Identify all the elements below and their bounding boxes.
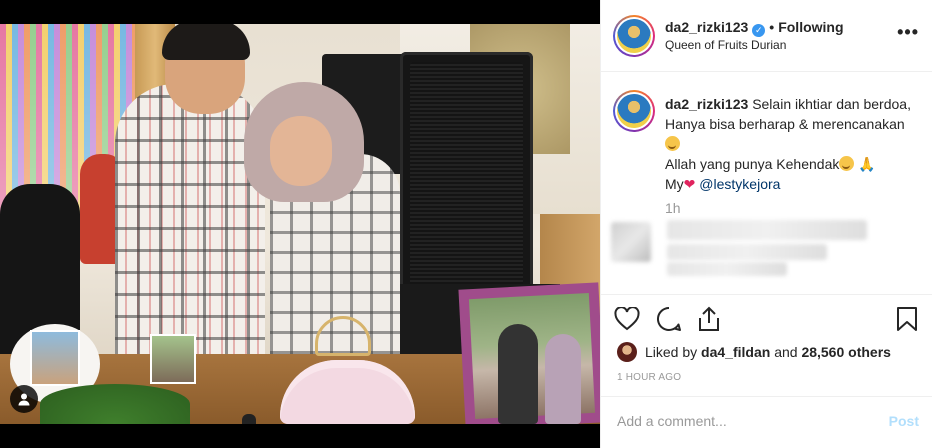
- author-avatar[interactable]: [613, 15, 655, 57]
- user-icon: [18, 393, 30, 406]
- post-header: da2_rizki123 ✓ • Following Queen of Fruits …: [601, 0, 932, 72]
- bookmark-icon: [897, 307, 917, 331]
- blurred-comment: [667, 262, 787, 276]
- post-actions-bar: [601, 294, 932, 344]
- likes-summary: Liked by da4_fildan and 28,560 others: [617, 342, 891, 362]
- photo-speaker: [400, 52, 533, 304]
- photo-frame-person: [498, 324, 538, 424]
- caption-time[interactable]: 1h: [665, 200, 681, 216]
- liker-avatar[interactable]: [617, 342, 637, 362]
- praying-hands-emoji-icon: 🙏: [858, 156, 876, 172]
- post-comment-button[interactable]: Post: [889, 413, 919, 429]
- post-photo[interactable]: [0, 24, 600, 424]
- following-button[interactable]: Following: [778, 19, 843, 35]
- photo-greenery: [40, 384, 190, 424]
- caption-username[interactable]: da2_rizki123: [665, 96, 748, 112]
- photo-microphone: [242, 414, 256, 424]
- caption-line-2: Allah yang punya Kehendak: [665, 156, 840, 172]
- save-button[interactable]: [893, 305, 921, 333]
- like-button[interactable]: [613, 305, 641, 333]
- header-user-line: da2_rizki123 ✓ • Following: [665, 19, 844, 37]
- photo-woman-face: [270, 116, 332, 186]
- photo-man-hair: [162, 24, 250, 60]
- more-options-icon[interactable]: •••: [897, 22, 919, 43]
- liker-username[interactable]: da4_fildan: [701, 344, 770, 360]
- red-heart-emoji-icon: ❤: [683, 176, 696, 192]
- post-location[interactable]: Queen of Fruits Durian: [665, 38, 786, 52]
- post-timestamp[interactable]: 1 HOUR AGO: [617, 372, 681, 383]
- caption-avatar[interactable]: [613, 90, 655, 132]
- comment-bar: Post: [601, 396, 932, 448]
- caption-text: da2_rizki123 Selain ikhtiar dan berdoa, …: [665, 94, 917, 194]
- post-side-panel: da2_rizki123 ✓ • Following Queen of Fruits …: [600, 0, 932, 448]
- author-username[interactable]: da2_rizki123: [665, 19, 748, 35]
- smile-emoji-icon: [665, 136, 680, 151]
- heart-outline-icon: [614, 307, 640, 331]
- separator-dot: •: [769, 19, 775, 35]
- verified-badge-icon: ✓: [752, 24, 766, 37]
- photo-frame-person-2: [545, 334, 581, 424]
- likes-prefix: Liked by: [645, 344, 698, 360]
- post-photo-pane: [0, 0, 600, 448]
- comment-icon: [657, 306, 681, 331]
- likes-joiner: and: [774, 344, 798, 360]
- share-icon: [699, 306, 719, 331]
- tagged-users-button[interactable]: [10, 385, 38, 413]
- smile-emoji-icon: [839, 156, 855, 171]
- blurred-comment: [667, 244, 827, 260]
- photo-small-picture: [30, 330, 80, 386]
- blurred-avatar: [611, 222, 651, 262]
- likes-count[interactable]: 28,560 others: [801, 344, 891, 360]
- photo-small-picture-2: [150, 334, 196, 384]
- caption-mention[interactable]: @lestykejora: [699, 176, 780, 192]
- comment-input[interactable]: [617, 413, 867, 429]
- caption-line-3: My: [665, 176, 684, 192]
- blurred-comment: [667, 220, 867, 240]
- share-button[interactable]: [695, 305, 723, 333]
- comment-button[interactable]: [655, 305, 683, 333]
